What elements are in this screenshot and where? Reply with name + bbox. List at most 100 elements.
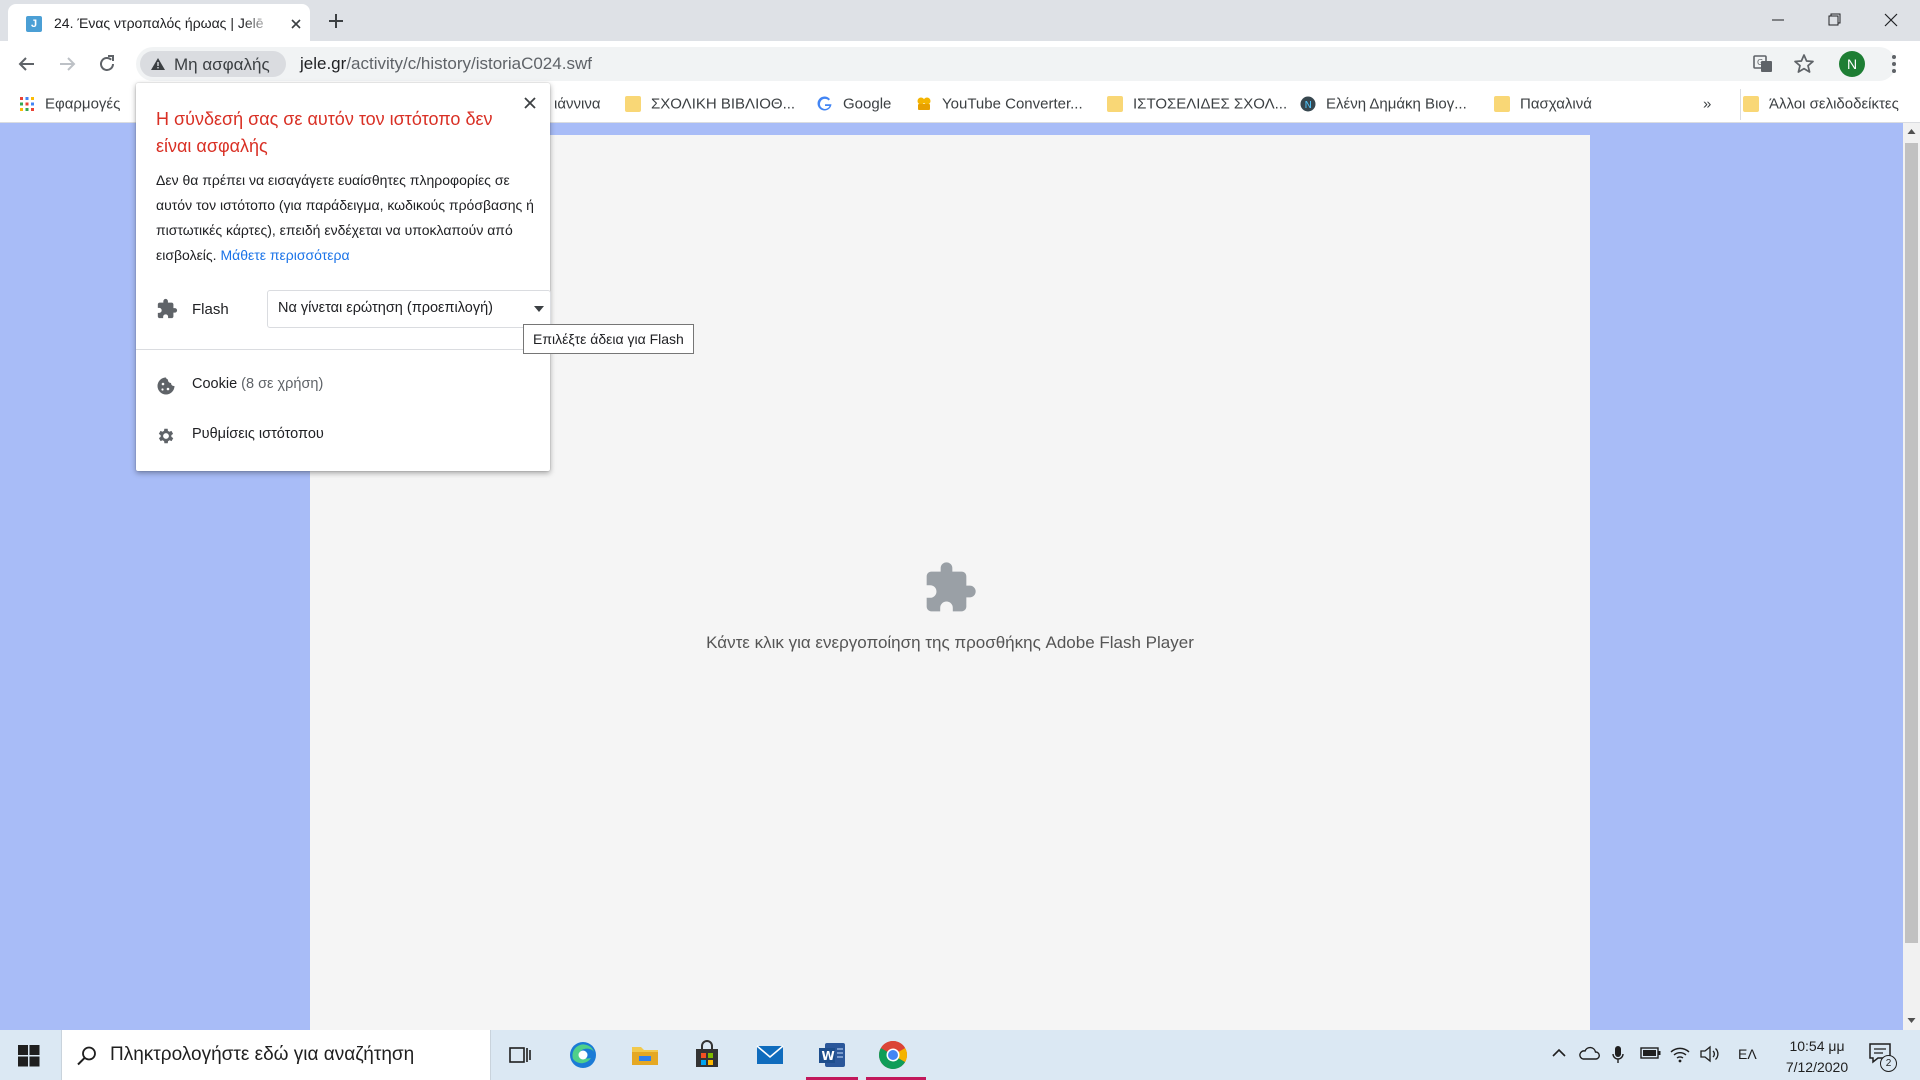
folder-icon [1494,96,1510,113]
minimize-icon[interactable] [1755,8,1801,32]
security-chip[interactable]: Μη ασφαλής [140,51,286,77]
bookmark-item[interactable]: Google [817,95,891,115]
bookmark-label: ιάννινα [554,95,601,113]
chrome-icon[interactable] [877,1039,909,1071]
gear-icon [156,426,176,446]
bookmark-label: YouTube Converter... [942,95,1083,113]
forward-icon[interactable] [55,52,79,76]
search-placeholder: Πληκτρολογήστε εδώ για αναζήτηση [110,1044,415,1065]
url-text[interactable]: jele.gr/activity/c/history/istoriaC024.s… [300,54,592,74]
bookmark-label: Ελένη Δημάκη Βιογ... [1326,95,1467,113]
bookmark-item[interactable]: YouTube Converter... [916,95,1083,115]
restore-icon[interactable] [1811,8,1857,32]
bookmark-item[interactable]: ΙΣΤΟΣΕΛΙΔΕΣ ΣΧΟΛ... [1107,95,1287,115]
bookmark-item[interactable]: ΣΧΟΛΙΚΗ ΒΙΒΛΙΟΘ... [625,95,795,115]
page-scrollbar[interactable] [1903,123,1920,1030]
google-icon [817,96,833,112]
flash-activate-message[interactable]: Κάντε κλικ για ενεργοποίηση της προσθήκη… [310,633,1590,653]
flash-permission-value: Να γίνεται ερώτηση (προεπιλογή) [278,300,493,316]
svg-text:N: N [1305,100,1312,111]
address-bar[interactable]: Μη ασφαλής jele.gr/activity/c/history/is… [136,47,1896,81]
bookmark-item[interactable]: N Ελένη Δημάκη Βιογ... [1300,95,1467,115]
close-icon[interactable] [522,95,538,111]
reload-icon[interactable] [95,52,119,76]
folder-icon [1107,96,1123,113]
bookmark-label: Άλλοι σελιδοδείκτες [1769,95,1899,113]
flash-permission-row: Flash Να γίνεται ερώτηση (προεπιλογή) [156,289,551,329]
converter-icon [916,96,932,112]
popup-title: Η σύνδεσή σας σε αυτόν τον ιστότοπο δεν … [156,109,493,156]
show-hidden-icons-chevron-icon[interactable] [1551,1045,1567,1061]
profile-avatar[interactable]: N [1839,51,1865,77]
windows-taskbar: Πληκτρολογήστε εδώ για αναζήτηση W ΕΛ 10… [0,1030,1920,1080]
url-path: /activity/c/history/istoriaC024.swf [346,54,592,73]
search-icon [76,1045,98,1067]
tab-strip: J 24. Ένας ντροπαλός ήρωας | Jelē [0,0,1920,41]
bookmark-label: Πασχαλινά [1520,95,1592,113]
bookmarks-overflow-button[interactable]: » [1703,95,1711,115]
tab-close-icon[interactable] [288,16,304,32]
learn-more-link[interactable]: Μάθετε περισσότερα [220,247,349,263]
folder-icon [625,96,641,113]
svg-text:G: G [1757,58,1763,67]
back-icon[interactable] [15,52,39,76]
cookie-icon [156,376,176,396]
cookies-label: Cookie (8 σε χρήση) [192,376,323,392]
cookies-row[interactable]: Cookie (8 σε χρήση) [156,373,536,397]
word-icon[interactable]: W [816,1039,848,1071]
new-tab-icon[interactable] [326,11,346,31]
scroll-thumb[interactable] [1905,143,1918,943]
bookmark-label: ΙΣΤΟΣΕΛΙΔΕΣ ΣΧΟΛ... [1133,95,1288,113]
tab-title: 24. Ένας ντροπαλός ήρωας | Jelē [54,15,264,31]
mail-icon[interactable] [754,1039,786,1071]
microphone-icon[interactable] [1611,1045,1625,1065]
bookmarks-divider [1740,89,1741,120]
bookmark-label: ΣΧΟΛΙΚΗ ΒΙΒΛΙΟΘ... [651,95,796,113]
file-explorer-icon[interactable] [629,1039,661,1071]
taskbar-search[interactable]: Πληκτρολογήστε εδώ για αναζήτηση [61,1030,491,1080]
battery-icon[interactable] [1640,1045,1662,1061]
input-language[interactable]: ΕΛ [1738,1046,1757,1062]
flash-permission-tooltip: Επιλέξτε άδεια για Flash [523,324,694,354]
menu-kebab-icon[interactable] [1882,52,1906,76]
store-icon[interactable] [691,1039,723,1071]
clock-time: 10:54 μμ [1789,1038,1845,1054]
apps-grid-icon [19,96,35,112]
warning-icon [150,57,166,71]
other-bookmarks[interactable]: Άλλοι σελιδοδείκτες [1743,95,1899,115]
popup-divider [136,349,550,350]
system-clock[interactable]: 10:54 μμ 7/12/2020 [1772,1036,1862,1078]
bookmark-label: Εφαρμογές [45,95,121,113]
puzzle-piece-icon [922,560,978,616]
url-host: jele.gr [300,54,347,73]
site-icon: N [1300,96,1316,112]
translate-icon[interactable]: G [1751,52,1775,76]
volume-icon[interactable] [1699,1045,1721,1063]
onedrive-cloud-icon[interactable] [1578,1045,1600,1061]
flash-permission-select[interactable]: Να γίνεται ερώτηση (προεπιλογή) [267,290,551,328]
notification-count-badge: 2 [1880,1055,1897,1072]
scroll-up-arrow-icon[interactable] [1907,127,1916,136]
site-info-popup: Η σύνδεσή σας σε αυτόν τον ιστότοπο δεν … [136,83,551,471]
cookie-count: (8 σε χρήση) [241,376,324,392]
dropdown-caret-icon [534,306,544,312]
bookmark-apps[interactable]: Εφαρμογές [19,95,120,115]
overflow-chevron-icon: » [1703,95,1712,113]
bookmark-star-icon[interactable] [1792,52,1816,76]
task-view-icon[interactable] [504,1039,536,1071]
windows-start-icon[interactable] [18,1045,40,1067]
site-settings-row[interactable]: Ρυθμίσεις ιστότοπου [156,423,536,447]
bookmark-item[interactable]: Πασχαλινά [1494,95,1592,115]
popup-body: Δεν θα πρέπει να εισαγάγετε ευαίσθητες π… [156,168,536,268]
bookmark-item[interactable]: ιάννινα [554,95,601,115]
browser-tab[interactable]: J 24. Ένας ντροπαλός ήρωας | Jelē [8,4,310,41]
flash-label: Flash [192,301,229,318]
scroll-down-arrow-icon[interactable] [1907,1016,1916,1025]
close-window-icon[interactable] [1868,8,1914,32]
puzzle-piece-icon [156,298,178,320]
site-favicon-icon: J [26,16,42,32]
cookie-label-text: Cookie [192,376,238,392]
edge-browser-icon[interactable] [567,1039,599,1071]
wifi-icon[interactable] [1670,1045,1690,1063]
site-settings-label: Ρυθμίσεις ιστότοπου [192,426,324,442]
